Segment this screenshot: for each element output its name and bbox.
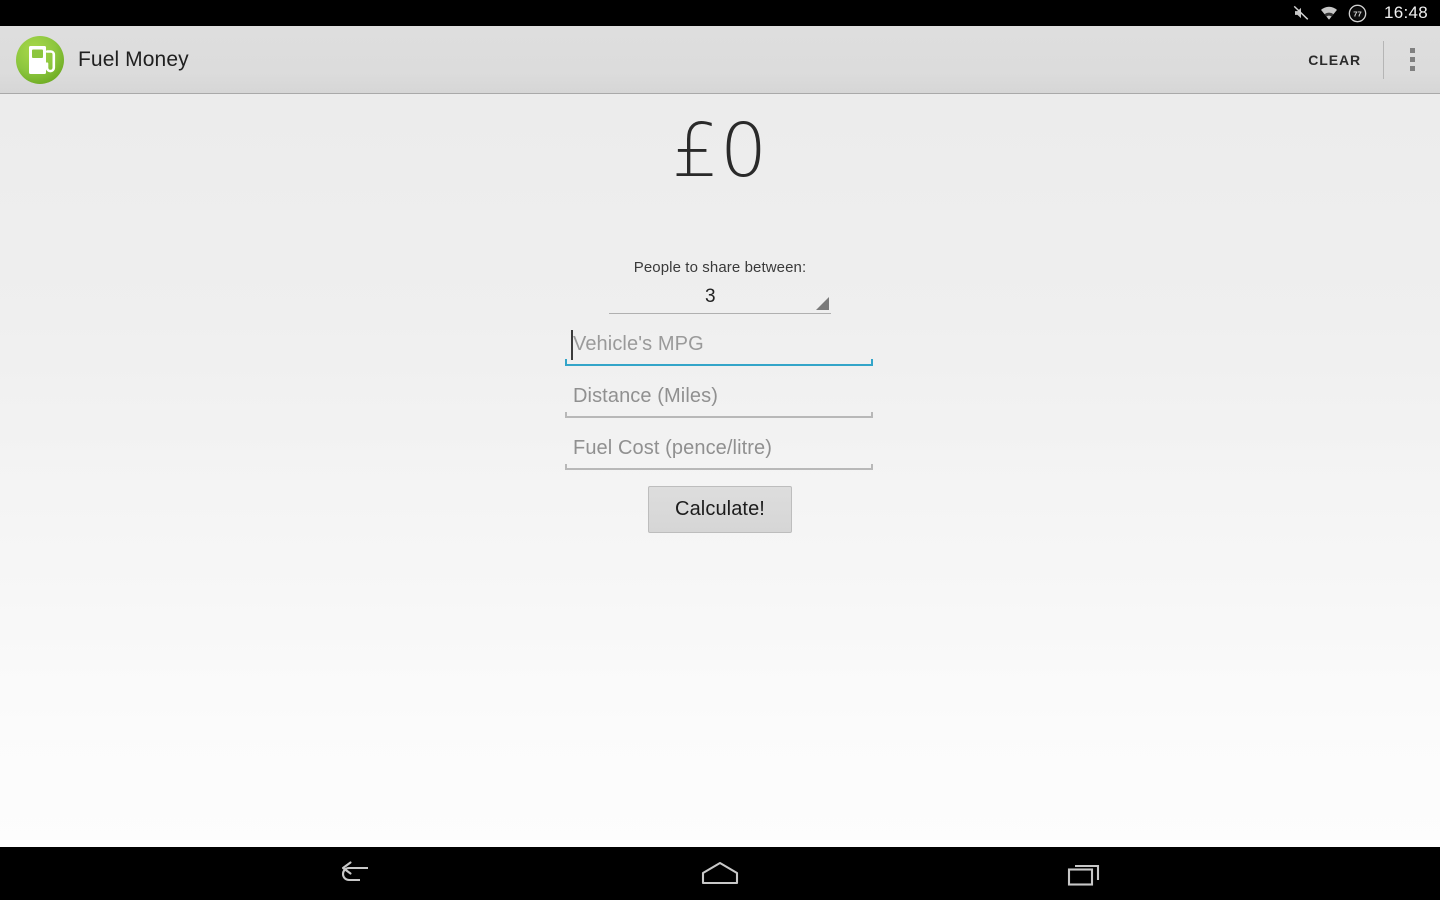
calculator-form: People to share between: 3 Vehicle's MPG… [565, 259, 875, 533]
app-title: Fuel Money [78, 47, 189, 71]
status-bar: 77 16:48 [0, 0, 1440, 26]
overflow-dot-icon [1409, 48, 1415, 53]
status-icon-group: 77 16:48 [1292, 3, 1428, 23]
home-icon [701, 861, 739, 884]
overflow-dot-icon [1409, 66, 1415, 71]
overflow-dot-icon [1409, 57, 1415, 62]
back-icon [341, 860, 368, 881]
dropdown-triangle-icon [816, 297, 829, 310]
mpg-input[interactable]: Vehicle's MPG [565, 326, 873, 366]
nav-recents-button[interactable] [995, 847, 1175, 900]
fuel-cost-input-underline [565, 464, 873, 470]
mpg-input-underline [565, 359, 873, 366]
app-logo[interactable] [14, 34, 66, 86]
wifi-icon [1320, 6, 1337, 20]
overflow-menu-button[interactable] [1384, 26, 1440, 93]
people-share-label: People to share between: [633, 259, 807, 276]
action-bar: Fuel Money CLEAR [0, 26, 1440, 97]
status-clock: 16:48 [1383, 3, 1428, 22]
android-screen: 77 16:48 Fuel Money CLEAR £0 People to s… [0, 0, 1440, 900]
system-navigation-bar [0, 847, 1440, 900]
battery-icon: 77 [1348, 4, 1367, 22]
fuel-pump-icon [16, 35, 64, 84]
main-content: £0 People to share between: 3 Vehicle's … [0, 94, 1440, 847]
total-amount-display: £0 [671, 108, 769, 194]
battery-level-text: 77 [1353, 9, 1361, 18]
distance-input-placeholder: Distance (Miles) [573, 385, 718, 407]
recent-apps-icon [1067, 864, 1100, 886]
calculate-button[interactable]: Calculate! [648, 486, 792, 533]
people-count-value: 3 [705, 286, 716, 307]
distance-input[interactable]: Distance (Miles) [565, 378, 873, 418]
people-count-spinner[interactable]: 3 [609, 284, 831, 314]
nav-back-button[interactable] [265, 847, 445, 900]
fuel-cost-input-placeholder: Fuel Cost (pence/litre) [573, 437, 773, 459]
calculate-button-row: Calculate! [565, 486, 875, 533]
distance-input-underline [565, 412, 873, 418]
clear-button[interactable]: CLEAR [1286, 26, 1383, 93]
action-bar-actions: CLEAR [1286, 26, 1440, 93]
mpg-input-placeholder: Vehicle's MPG [573, 333, 704, 355]
mute-icon [1293, 5, 1309, 20]
nav-home-button[interactable] [630, 847, 810, 900]
fuel-cost-input[interactable]: Fuel Cost (pence/litre) [565, 430, 873, 470]
